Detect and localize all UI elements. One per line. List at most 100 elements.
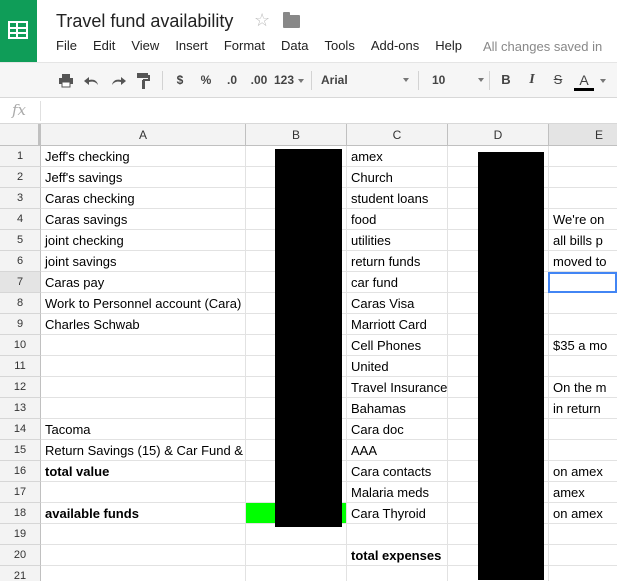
row-header[interactable]: 12	[0, 377, 41, 398]
cell-e[interactable]	[549, 356, 617, 377]
cell-a[interactable]: Tacoma	[41, 419, 246, 440]
cell-a[interactable]: joint checking	[41, 230, 246, 251]
cell-c[interactable]: utilities	[347, 230, 448, 251]
cell-c[interactable]: Cell Phones	[347, 335, 448, 356]
cell-e[interactable]: on amex	[549, 461, 617, 482]
row-header[interactable]: 19	[0, 524, 41, 545]
row-header[interactable]: 14	[0, 419, 41, 440]
cell-a[interactable]: Caras pay	[41, 272, 246, 293]
cell-e[interactable]	[549, 167, 617, 188]
row-header[interactable]: 15	[0, 440, 41, 461]
cell-c[interactable]: total expenses	[347, 545, 448, 566]
cell-c[interactable]: student loans	[347, 188, 448, 209]
row-header[interactable]: 10	[0, 335, 41, 356]
selected-cell-e7[interactable]	[548, 272, 617, 293]
menu-view[interactable]: View	[131, 38, 159, 53]
font-family-dropdown[interactable]: Arial	[321, 63, 409, 97]
italic-button[interactable]: I	[524, 63, 540, 97]
menu-data[interactable]: Data	[281, 38, 308, 53]
percent-format-button[interactable]: %	[196, 63, 216, 97]
select-all-corner[interactable]	[0, 124, 41, 146]
row-header[interactable]: 3	[0, 188, 41, 209]
paint-format-icon[interactable]	[134, 63, 154, 97]
cell-c[interactable]: return funds	[347, 251, 448, 272]
cell-e[interactable]: all bills p	[549, 230, 617, 251]
cell-a[interactable]	[41, 524, 246, 545]
row-header[interactable]: 13	[0, 398, 41, 419]
row-header[interactable]: 17	[0, 482, 41, 503]
cell-a[interactable]: Jeff's checking	[41, 146, 246, 167]
column-header-b[interactable]: B	[246, 124, 347, 146]
chevron-down-icon[interactable]	[600, 79, 606, 83]
cell-e[interactable]: $35 a mo	[549, 335, 617, 356]
row-header[interactable]: 8	[0, 293, 41, 314]
redo-icon[interactable]	[108, 63, 128, 97]
cell-a[interactable]	[41, 566, 246, 581]
strikethrough-button[interactable]: S	[550, 63, 566, 97]
cell-e[interactable]	[549, 314, 617, 335]
formula-input[interactable]	[48, 103, 608, 119]
increase-decimal-button[interactable]: .00	[247, 63, 271, 97]
row-header[interactable]: 16	[0, 461, 41, 482]
cell-a[interactable]: Jeff's savings	[41, 167, 246, 188]
cell-c[interactable]	[347, 524, 448, 545]
menu-addons[interactable]: Add-ons	[371, 38, 419, 53]
bold-button[interactable]: B	[498, 63, 514, 97]
sheets-logo-icon[interactable]	[0, 0, 37, 62]
row-header[interactable]: 5	[0, 230, 41, 251]
cell-a[interactable]: Work to Personnel account (Cara)	[41, 293, 246, 314]
row-header[interactable]: 9	[0, 314, 41, 335]
column-header-a[interactable]: A	[41, 124, 246, 146]
row-header[interactable]: 7	[0, 272, 41, 293]
undo-icon[interactable]	[82, 63, 102, 97]
cell-c[interactable]	[347, 566, 448, 581]
cell-c[interactable]: Cara Thyroid	[347, 503, 448, 524]
cell-c[interactable]: Cara doc	[347, 419, 448, 440]
menu-edit[interactable]: Edit	[93, 38, 115, 53]
cell-a[interactable]	[41, 377, 246, 398]
cell-c[interactable]: United	[347, 356, 448, 377]
cell-e[interactable]: amex	[549, 482, 617, 503]
print-icon[interactable]	[56, 63, 76, 97]
currency-format-button[interactable]: $	[172, 63, 188, 97]
cell-e[interactable]: On the m	[549, 377, 617, 398]
decrease-decimal-button[interactable]: .0	[221, 63, 243, 97]
column-header-c[interactable]: C	[347, 124, 448, 146]
cell-a[interactable]	[41, 335, 246, 356]
menu-format[interactable]: Format	[224, 38, 265, 53]
cell-c[interactable]: Caras Visa	[347, 293, 448, 314]
cell-b[interactable]	[246, 566, 347, 581]
column-header-e[interactable]: E	[549, 124, 617, 146]
cell-c[interactable]: food	[347, 209, 448, 230]
document-title[interactable]: Travel fund availability	[56, 11, 233, 32]
row-header[interactable]: 2	[0, 167, 41, 188]
row-header[interactable]: 20	[0, 545, 41, 566]
cell-a[interactable]: Caras savings	[41, 209, 246, 230]
cell-e[interactable]: in return	[549, 398, 617, 419]
cell-e[interactable]	[549, 293, 617, 314]
cell-c[interactable]: Church	[347, 167, 448, 188]
cell-a[interactable]: available funds	[41, 503, 246, 524]
folder-icon[interactable]	[283, 12, 300, 28]
row-header[interactable]: 1	[0, 146, 41, 167]
font-size-dropdown[interactable]: 10	[432, 63, 484, 97]
cell-e[interactable]	[549, 188, 617, 209]
cell-b[interactable]	[246, 524, 347, 545]
cell-a[interactable]: Return Savings (15) & Car Fund &	[41, 440, 246, 461]
cell-c[interactable]: AAA	[347, 440, 448, 461]
cell-a[interactable]	[41, 356, 246, 377]
cell-a[interactable]	[41, 545, 246, 566]
cell-c[interactable]: Cara contacts	[347, 461, 448, 482]
save-status[interactable]: All changes saved in	[483, 39, 602, 54]
cell-a[interactable]: Caras checking	[41, 188, 246, 209]
cell-e[interactable]	[549, 146, 617, 167]
cell-c[interactable]: Travel Insurance	[347, 377, 448, 398]
cell-c[interactable]: car fund	[347, 272, 448, 293]
cell-e[interactable]	[549, 524, 617, 545]
cell-a[interactable]: joint savings	[41, 251, 246, 272]
cell-e[interactable]	[549, 566, 617, 581]
row-header[interactable]: 21	[0, 566, 41, 581]
row-header[interactable]: 4	[0, 209, 41, 230]
cell-a[interactable]	[41, 398, 246, 419]
cell-e[interactable]	[549, 419, 617, 440]
